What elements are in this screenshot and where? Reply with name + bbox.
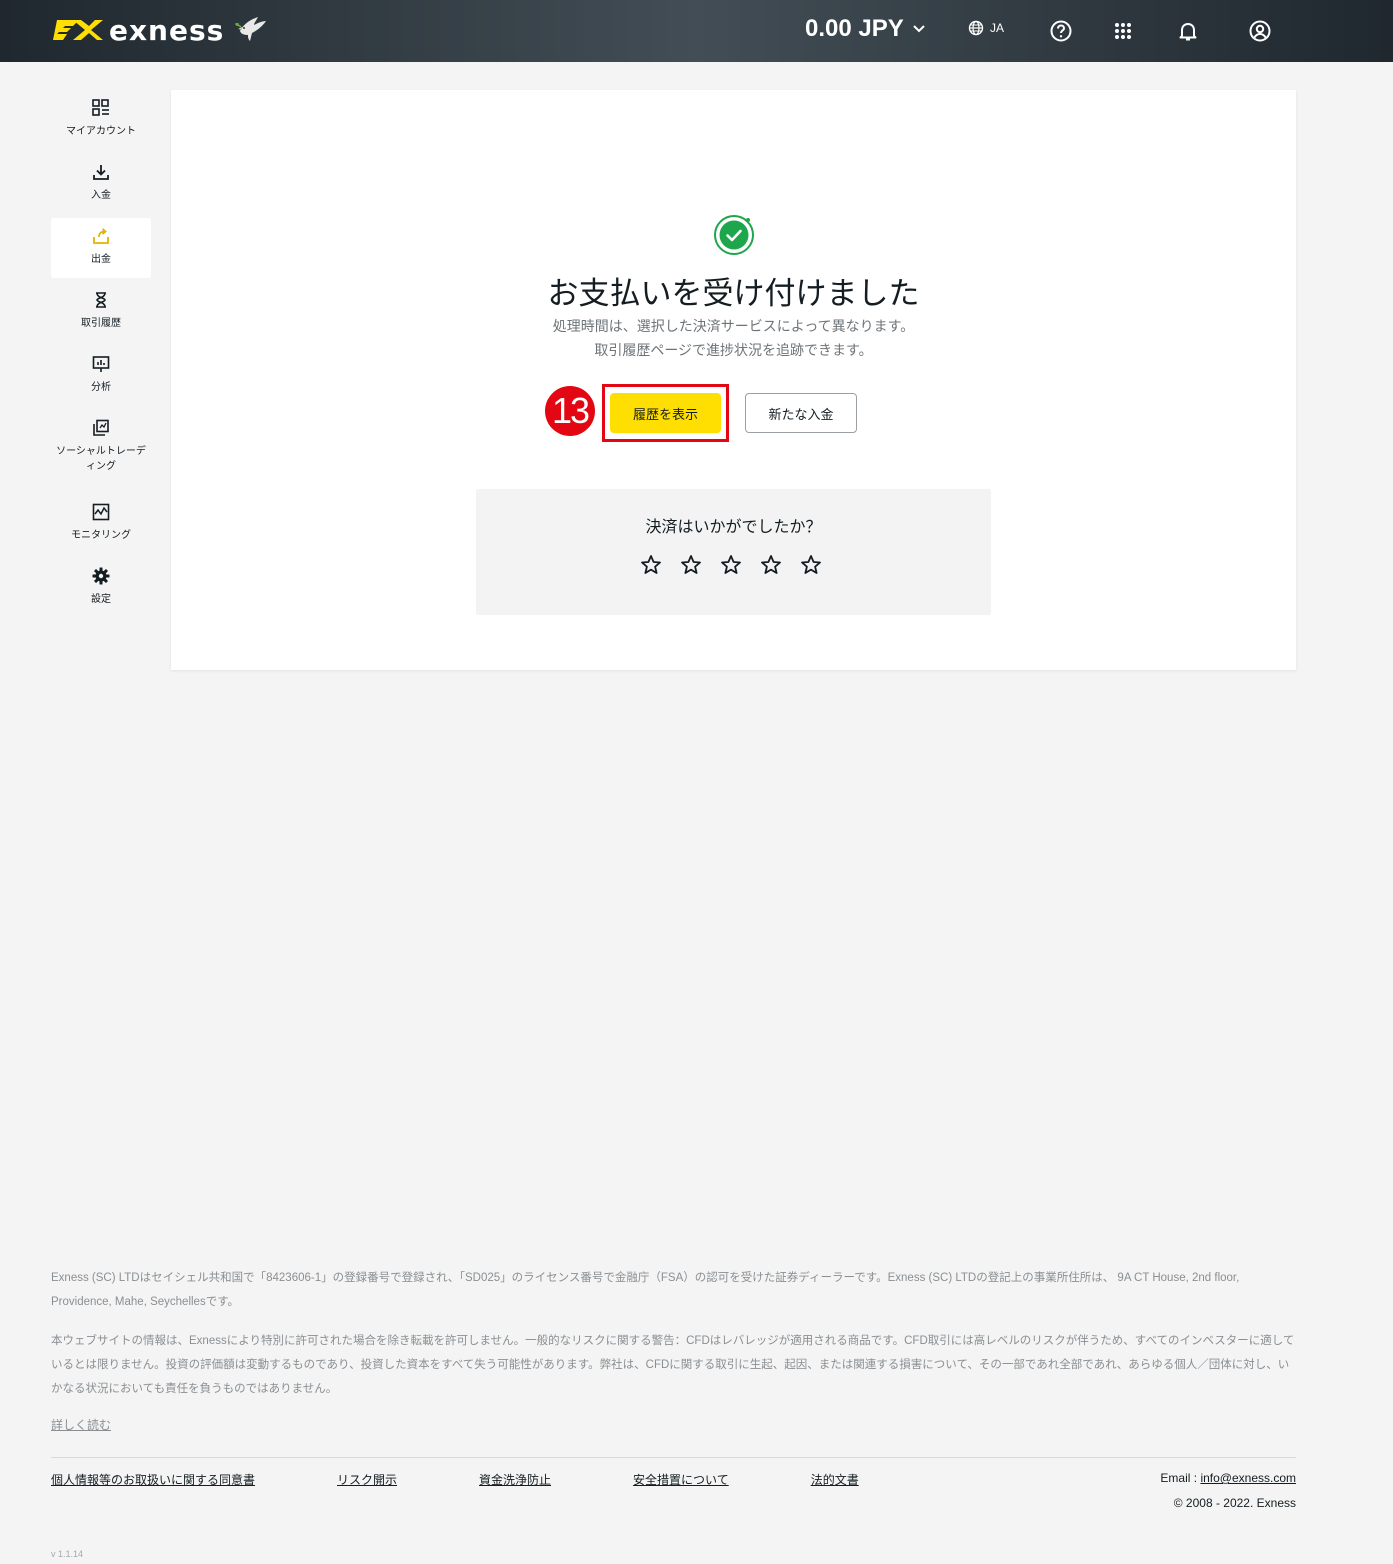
sidebar-item-label: モニタリング: [71, 530, 131, 541]
sidebar-item-label: 入金: [91, 190, 111, 201]
sidebar-item-analytics[interactable]: 分析: [51, 346, 151, 406]
sidebar-item-label: 出金: [91, 254, 111, 265]
page-subtitle: 処理時間は、選択した決済サービスによって異なります。 取引履歴ページで進捗状況を…: [171, 315, 1296, 363]
top-header: exness 0.00 JPY JA: [0, 0, 1393, 62]
notifications-button[interactable]: [1176, 19, 1200, 43]
apps-button[interactable]: [1111, 19, 1135, 43]
sidebar-item-monitoring[interactable]: モニタリング: [51, 494, 151, 554]
dove-icon: [235, 17, 267, 41]
download-icon: [91, 162, 111, 182]
sidebar-item-label: 分析: [91, 382, 111, 393]
subtitle-line-2: 取引履歴ページで進捗状況を追跡できます。: [594, 343, 873, 359]
star-4-icon[interactable]: [759, 553, 783, 577]
star-1-icon[interactable]: [639, 553, 663, 577]
footer-email: Email : info@exness.com: [1160, 1471, 1296, 1485]
globe-icon: [968, 20, 984, 36]
legal-text-1: Exness (SC) LTDはセイシェル共和国で「8423606-1」の登録番…: [51, 1272, 1240, 1308]
footer-link-aml[interactable]: 資金洗浄防止: [479, 1471, 551, 1488]
account-balance-dropdown[interactable]: 0.00 JPY: [805, 15, 926, 43]
bell-icon: [1179, 23, 1197, 41]
help-button[interactable]: [1049, 19, 1073, 43]
sidebar-item-label: 設定: [91, 594, 111, 605]
footer-links: 個人情報等のお取扱いに関する同意書 リスク開示 資金洗浄防止 安全措置について …: [51, 1471, 859, 1488]
subtitle-line-1: 処理時間は、選択した決済サービスによって異なります。: [552, 319, 915, 335]
sidebar-item-label: マイアカウント: [66, 126, 136, 137]
chevron-down-icon: [913, 25, 925, 33]
exness-mark-icon: [53, 20, 103, 40]
email-link[interactable]: info@exness.com: [1200, 1471, 1296, 1485]
legal-text-2: 本ウェブサイトの情報は、Exnessにより特別に許可された場合を除き転載を許可し…: [51, 1335, 1295, 1395]
sidebar-item-label: 取引履歴: [81, 318, 121, 329]
version-label: v 1.1.14: [51, 1549, 84, 1559]
star-2-icon[interactable]: [679, 553, 703, 577]
read-more-link[interactable]: 詳しく読む: [51, 1416, 111, 1433]
star-rating: [639, 553, 839, 577]
copyright: © 2008 - 2022. Exness: [1173, 1496, 1296, 1510]
feedback-question: 決済はいかがでしたか？: [645, 517, 822, 536]
view-history-button[interactable]: 履歴を表示: [610, 393, 721, 433]
feedback-panel: 決済はいかがでしたか？: [476, 489, 991, 615]
exness-logo[interactable]: exness: [51, 11, 268, 49]
success-check-icon: [712, 213, 756, 261]
language-selector[interactable]: JA: [968, 20, 1004, 36]
sidebar-item-settings[interactable]: 設定: [51, 558, 151, 618]
footer-divider: [51, 1457, 1296, 1458]
email-label: Email :: [1160, 1471, 1201, 1485]
sidebar-item-my-account[interactable]: マイアカウント: [51, 90, 151, 150]
sidebar-nav: マイアカウント 入金 出金 取引履歴 分析 ソーシャルトレーディング モニタリン…: [51, 90, 151, 622]
footer-link-privacy[interactable]: 個人情報等のお取扱いに関する同意書: [51, 1471, 255, 1488]
user-icon: [1249, 20, 1271, 42]
copy-icon: [91, 418, 111, 438]
language-code: JA: [990, 21, 1005, 35]
footer-legal: Exness (SC) LTDはセイシェル共和国で「8423606-1」の登録番…: [51, 1266, 1296, 1433]
balance-value: 0.00 JPY: [805, 15, 904, 42]
sidebar-item-deposit[interactable]: 入金: [51, 154, 151, 214]
payment-result-card: お支払いを受け付けました 処理時間は、選択した決済サービスによって異なります。 …: [171, 90, 1296, 670]
upload-icon: [91, 226, 111, 246]
profile-button[interactable]: [1248, 19, 1272, 43]
new-deposit-button[interactable]: 新たな入金: [745, 393, 857, 433]
footer-link-safety[interactable]: 安全措置について: [633, 1471, 729, 1488]
brand-name: exness: [109, 13, 225, 47]
footer-link-risk[interactable]: リスク開示: [337, 1471, 397, 1488]
chart-board-icon: [91, 354, 111, 374]
page-title: お支払いを受け付けました: [547, 276, 920, 312]
hourglass-icon: [91, 290, 111, 310]
apps-grid-icon: [1115, 23, 1131, 39]
star-3-icon[interactable]: [719, 553, 743, 577]
gear-icon: [91, 566, 111, 586]
star-5-icon[interactable]: [799, 553, 823, 577]
monitor-chart-icon: [91, 502, 111, 522]
dashboard-icon: [91, 98, 111, 118]
sidebar-item-history[interactable]: 取引履歴: [51, 282, 151, 342]
sidebar-item-label: ソーシャルトレーディング: [56, 446, 146, 472]
step-number-badge: 13: [545, 386, 595, 436]
sidebar-item-withdrawal[interactable]: 出金: [51, 218, 151, 278]
footer-link-legal[interactable]: 法的文書: [811, 1471, 859, 1488]
sidebar-item-social-trading[interactable]: ソーシャルトレーディング: [51, 410, 151, 490]
help-icon: [1050, 20, 1072, 42]
